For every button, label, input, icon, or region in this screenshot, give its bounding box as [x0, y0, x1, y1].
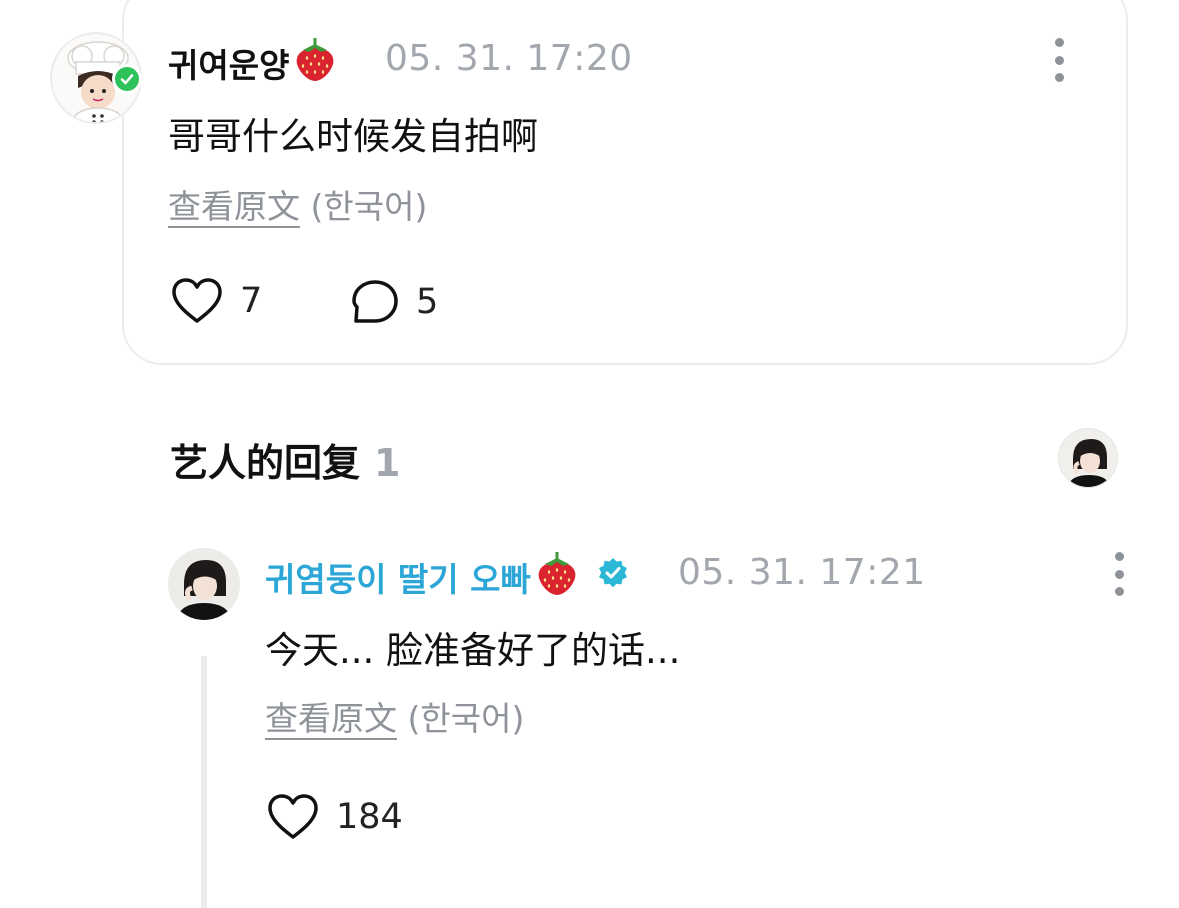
reply-button[interactable]: 5: [350, 278, 438, 326]
username-text: 귀여운양: [168, 46, 290, 85]
speech-bubble-icon: [352, 280, 398, 323]
section-title-text: 艺人的回复: [170, 441, 361, 485]
verified-badge-icon: [597, 557, 629, 597]
like-button[interactable]: 184: [266, 792, 403, 842]
username-text: 귀염둥이 딸기 오빠: [265, 560, 531, 599]
online-check-icon: [112, 64, 142, 94]
artist-username[interactable]: 귀염둥이 딸기 오빠: [265, 550, 629, 604]
original-language: (한국어): [310, 187, 428, 226]
more-vertical-icon[interactable]: [1109, 552, 1129, 596]
view-original-link[interactable]: 查看原文: [265, 699, 397, 738]
comment-timestamp: 05. 31. 17:20: [385, 38, 633, 79]
view-original-link[interactable]: 查看原文: [168, 187, 300, 226]
translate-row: 查看原文 (한국어): [265, 692, 524, 740]
like-button[interactable]: 7: [170, 276, 262, 326]
reply-count: 5: [416, 282, 439, 322]
avatar-image: [1059, 429, 1117, 487]
avatar-image: [168, 548, 240, 620]
section-count: 1: [374, 441, 401, 485]
more-vertical-icon[interactable]: [1049, 38, 1069, 82]
commenter-username[interactable]: 귀여운양: [168, 36, 337, 90]
heart-outline-icon: [268, 794, 318, 839]
comment-text: 哥哥什么时候发自拍啊: [168, 115, 538, 158]
artist-replies-heading: 艺人的回复 1: [170, 432, 400, 487]
strawberry-emoji: [293, 36, 337, 90]
strawberry-emoji: [535, 550, 579, 604]
heart-outline-icon: [172, 278, 222, 323]
translate-row: 查看原文 (한국어): [168, 180, 427, 228]
artist-avatar[interactable]: [168, 548, 240, 620]
like-count: 7: [240, 281, 263, 321]
thread-line: [201, 656, 207, 908]
artist-avatar-small[interactable]: [1058, 428, 1118, 488]
reply-text: 今天... 脸准备好了的话...: [265, 629, 681, 672]
reply-timestamp: 05. 31. 17:21: [678, 552, 926, 593]
original-language: (한국어): [407, 699, 525, 738]
like-count: 184: [336, 797, 403, 837]
